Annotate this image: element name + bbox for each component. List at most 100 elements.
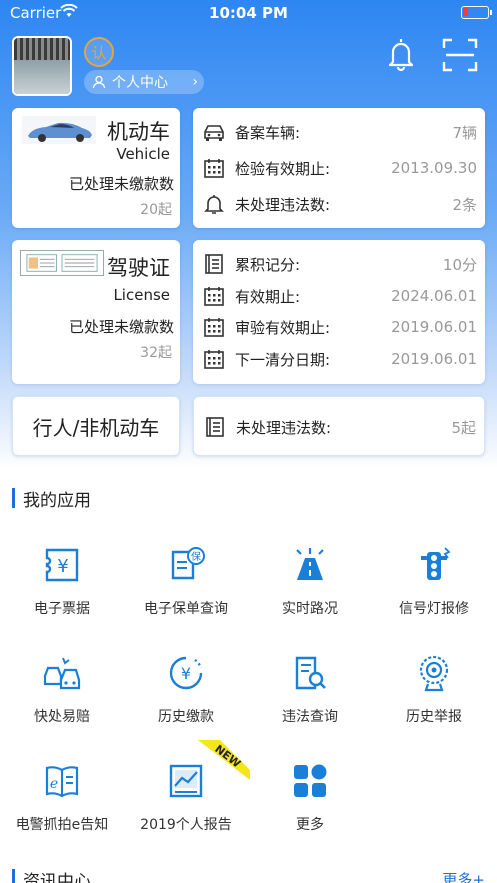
app-label: 历史举报 (406, 709, 462, 725)
my-apps-header: 我的应用 (12, 487, 91, 511)
info-value: 2024.06.01 (391, 287, 477, 305)
news-more-link[interactable]: 更多+ (442, 869, 485, 883)
verified-badge[interactable]: 认 (84, 37, 114, 67)
info-value: 10分 (442, 255, 477, 274)
calendar-icon (204, 318, 224, 337)
violation-search-icon (295, 656, 326, 690)
report-camera-icon (419, 655, 449, 692)
chevron-right-icon: › (192, 74, 198, 90)
section-accent-bar (12, 488, 15, 508)
app-more[interactable]: 更多 (248, 762, 372, 862)
personal-center-label: 个人中心 (112, 75, 168, 91)
app-label: 电子票据 (34, 601, 90, 617)
app-label: 快处易赔 (34, 709, 90, 725)
info-value: 5起 (451, 418, 476, 437)
notification-bell-icon[interactable] (386, 36, 416, 72)
car-image-icon (22, 116, 96, 144)
app-label: 更多 (296, 817, 324, 833)
calendar-icon (204, 287, 224, 306)
license-info-card[interactable]: 累积记分: 10分 有效期止: 2024.06.01 审验有效期止: 2019.… (193, 240, 485, 384)
pedestrian-card[interactable]: 行人/非机动车 (12, 396, 180, 456)
payment-history-icon: ¥ (169, 656, 203, 690)
app-payment-history[interactable]: ¥ 历史缴款 (124, 654, 248, 754)
vehicle-card[interactable]: 机动车 Vehicle 已处理未缴款数 20起 (12, 108, 180, 228)
car-icon (204, 125, 224, 141)
info-label: 未处理违法数: (236, 418, 332, 437)
road-icon (296, 548, 324, 580)
license-card[interactable]: 驾驶证 License 已处理未缴款数 32起 (12, 240, 180, 384)
license-unpaid-label: 已处理未缴款数 (68, 318, 174, 336)
my-apps-title: 我的应用 (23, 490, 91, 511)
license-title: 驾驶证 (107, 256, 170, 280)
list-icon (205, 254, 223, 274)
status-bar: Carrier 10:04 PM (0, 0, 497, 26)
info-value: 2013.09.30 (391, 159, 477, 177)
unprocessed-violations-row[interactable]: 未处理违法数: 2条 (203, 192, 477, 216)
pedestrian-info-card[interactable]: 未处理违法数: 5起 (193, 396, 485, 456)
vehicle-unpaid-label: 已处理未缴款数 (68, 175, 174, 193)
info-value: 7辆 (452, 123, 477, 142)
app-label: 电警抓拍e告知 (15, 817, 109, 833)
app-label: 2019个人报告 (140, 817, 232, 833)
bell-icon (204, 195, 224, 214)
license-unpaid-count: 32起 (140, 345, 172, 361)
battery-icon (461, 6, 492, 19)
user-icon (92, 75, 106, 89)
news-header: 资讯中心 (12, 868, 91, 883)
e-policy-icon: 保 (171, 547, 205, 580)
app-e-notice[interactable]: e 电警抓拍e告知 (0, 762, 124, 862)
news-title: 资讯中心 (23, 871, 91, 883)
app-signal-repair[interactable]: 信号灯报修 (372, 546, 496, 646)
info-value: 2019.06.01 (391, 318, 477, 336)
svg-text:e: e (50, 776, 58, 792)
accumulated-points-row[interactable]: 累积记分: 10分 (203, 252, 477, 276)
app-quick-claim[interactable]: 快处易赔 (0, 654, 124, 754)
e-notice-icon: e (45, 766, 79, 798)
calendar-icon (204, 159, 224, 178)
info-label: 备案车辆: (235, 123, 301, 142)
svg-text:¥: ¥ (181, 664, 191, 683)
pedestrian-violations-row[interactable]: 未处理违法数: 5起 (204, 415, 476, 439)
license-image-icon (20, 250, 104, 276)
review-expiry-row[interactable]: 审验有效期止: 2019.06.01 (203, 315, 477, 339)
app-e-policy[interactable]: 保 电子保单查询 (124, 546, 248, 646)
app-e-ticket[interactable]: ¥ 电子票据 (0, 546, 124, 646)
vehicle-unpaid-count: 20起 (140, 202, 172, 218)
section-accent-bar (12, 869, 15, 883)
app-road-conditions[interactable]: 实时路况 (248, 546, 372, 646)
info-label: 未处理违法数: (235, 195, 331, 214)
info-label: 累积记分: (235, 255, 301, 274)
info-label: 审验有效期止: (235, 318, 331, 337)
traffic-light-icon (421, 547, 451, 580)
next-clear-date-row[interactable]: 下一清分日期: 2019.06.01 (203, 347, 477, 371)
license-expiry-row[interactable]: 有效期止: 2024.06.01 (203, 284, 477, 308)
svg-text:¥: ¥ (57, 556, 68, 577)
app-label: 违法查询 (282, 709, 338, 725)
app-report-history[interactable]: 历史举报 (372, 654, 496, 754)
svg-text:保: 保 (191, 550, 201, 563)
e-ticket-icon: ¥ (45, 548, 79, 582)
app-label: 电子保单查询 (144, 601, 228, 617)
avatar[interactable] (12, 36, 72, 96)
calendar-icon (204, 350, 224, 369)
new-badge: NEW (198, 740, 250, 780)
accident-icon (43, 657, 81, 690)
inspection-expiry-row[interactable]: 检验有效期止: 2013.09.30 (203, 156, 477, 180)
info-label: 下一清分日期: (235, 350, 331, 369)
scan-icon[interactable] (442, 38, 478, 72)
personal-center-button[interactable]: 个人中心 › (84, 70, 204, 94)
info-value: 2019.06.01 (391, 350, 477, 368)
info-label: 检验有效期止: (235, 159, 331, 178)
pedestrian-title: 行人/非机动车 (32, 415, 160, 440)
clock: 10:04 PM (209, 4, 288, 22)
more-grid-icon (294, 764, 327, 797)
app-label: 实时路况 (282, 601, 338, 617)
registered-vehicles-row[interactable]: 备案车辆: 7辆 (203, 120, 477, 144)
info-value: 2条 (452, 195, 477, 214)
vehicle-info-card[interactable]: 备案车辆: 7辆 检验有效期止: 2013.09.30 未处理违法数: 2条 (193, 108, 485, 228)
app-label: 信号灯报修 (399, 601, 469, 617)
list-icon (206, 417, 224, 437)
license-subtitle: License (113, 286, 170, 304)
info-label: 有效期止: (235, 287, 301, 306)
app-violation-search[interactable]: 违法查询 (248, 654, 372, 754)
